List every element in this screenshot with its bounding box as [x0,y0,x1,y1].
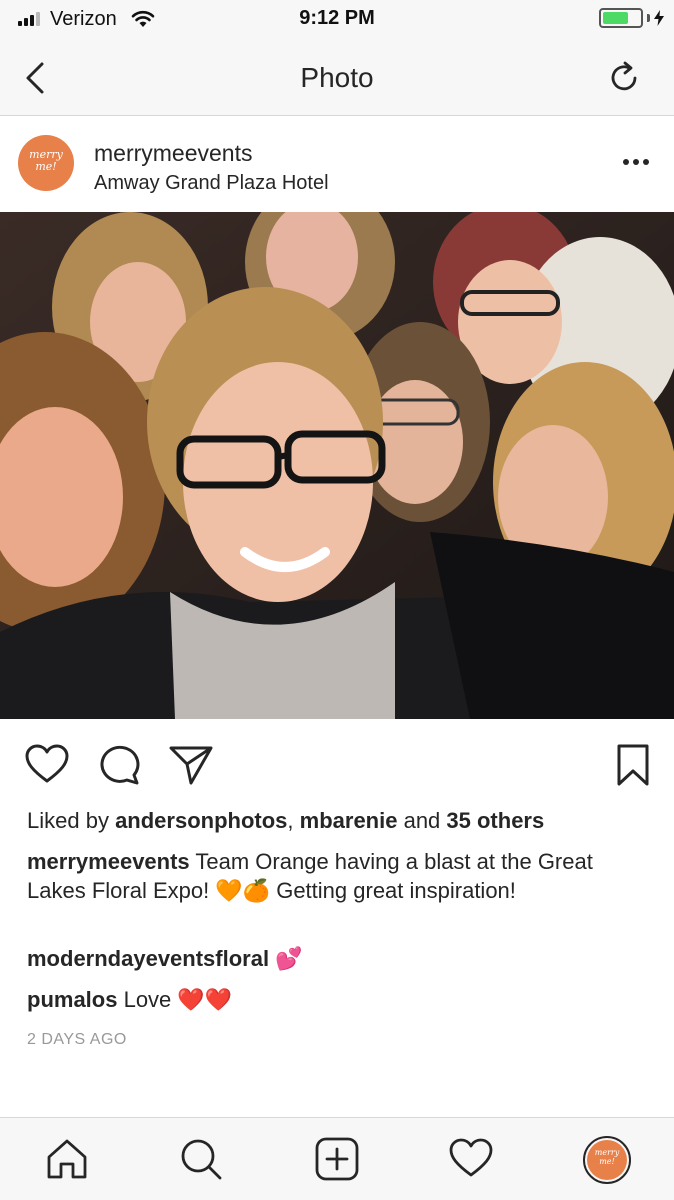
likes-separator: , [287,808,300,833]
comment-row: pumalos Love ❤️❤️ [27,987,232,1013]
bookmark-icon[interactable] [610,742,656,788]
post-username[interactable]: merrymeevents [94,140,252,167]
likes-line: Liked by andersonphotos, mbarenie and 35… [27,808,544,834]
bottom-tab-bar: merry me! [0,1117,674,1200]
comment-icon[interactable] [96,742,142,788]
comment-text: 💕 [269,946,303,971]
battery-icon [599,8,643,28]
status-bar: Verizon 9:12 PM [0,0,674,40]
post-actions [0,720,674,804]
comment-username[interactable]: pumalos [27,987,117,1012]
activity-icon[interactable] [448,1136,494,1182]
liker-link[interactable]: andersonphotos [115,808,287,833]
avatar-logo-text: merry me! [29,148,63,173]
post-caption: merrymeevents Team Orange having a blast… [27,847,647,905]
caption-username[interactable]: merrymeevents [27,849,190,874]
post-location[interactable]: Amway Grand Plaza Hotel [94,172,329,195]
post-header: merry me! merrymeevents Amway Grand Plaz… [0,116,674,212]
status-time: 9:12 PM [299,7,375,29]
profile-avatar-image: merry me! [587,1140,627,1180]
status-right [599,8,664,28]
heart-icon[interactable] [24,742,70,788]
author-avatar[interactable]: merry me! [18,135,74,191]
add-icon[interactable] [314,1136,360,1182]
comment-username[interactable]: moderndayeventsfloral [27,946,269,971]
comment-text: Love ❤️❤️ [117,987,233,1012]
share-icon[interactable] [168,742,214,788]
likes-prefix: Liked by [27,808,116,833]
post-photo[interactable] [0,212,674,719]
profile-avatar-text: merry me! [594,1148,620,1166]
charging-bolt-icon [654,10,664,26]
group-selfie-image [0,212,674,719]
post-timestamp: 2 DAYS AGO [27,1031,127,1048]
battery-cap [647,14,650,22]
likes-others-link[interactable]: 35 others [446,808,544,833]
liker-link[interactable]: mbarenie [300,808,398,833]
more-icon[interactable] [622,156,650,168]
search-icon[interactable] [178,1136,224,1182]
home-icon[interactable] [44,1136,90,1182]
refresh-icon[interactable] [604,58,644,98]
battery-fill [603,12,629,24]
comment-row: moderndayeventsfloral 💕 [27,946,303,972]
profile-avatar[interactable]: merry me! [583,1136,631,1184]
likes-and: and [397,808,447,833]
page-title: Photo [300,62,374,93]
nav-header: Photo [0,40,674,116]
